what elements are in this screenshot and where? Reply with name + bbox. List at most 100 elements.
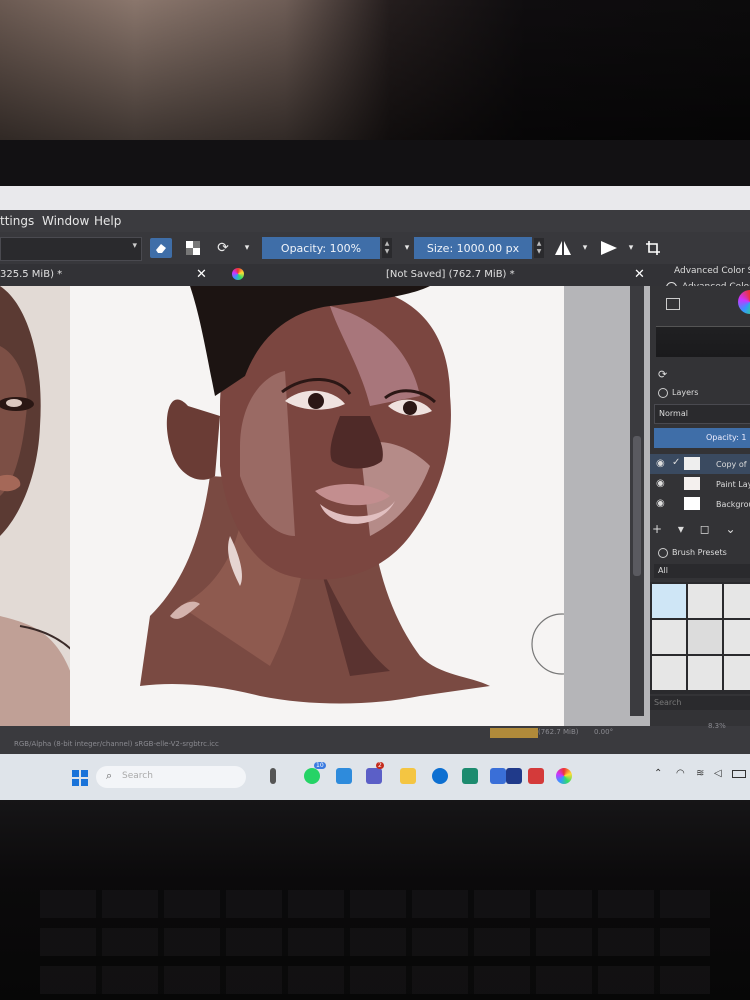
- chevron-down-icon[interactable]: ▾: [236, 238, 258, 258]
- brush-preset-grid[interactable]: [650, 582, 750, 694]
- chevron-down-icon[interactable]: ▾: [620, 238, 642, 258]
- reload-preset-icon[interactable]: ⟳: [212, 238, 234, 258]
- chevron-up-icon[interactable]: ⌃: [654, 768, 662, 779]
- color-selector-area[interactable]: [656, 326, 750, 357]
- krita-app-icon: [232, 268, 244, 280]
- layer-name: Paint Lay: [716, 480, 750, 489]
- mirror-horizontal-icon[interactable]: [552, 238, 574, 258]
- brush-preset-selected[interactable]: [652, 584, 686, 618]
- app-icon[interactable]: [506, 768, 522, 784]
- wifi-icon[interactable]: ≋: [696, 768, 704, 779]
- close-icon[interactable]: ✕: [634, 267, 645, 282]
- brush-combo[interactable]: ▾: [0, 237, 142, 261]
- document-tab-bar: 325.5 MiB) * ✕ [Not Saved] (762.7 MiB) *…: [0, 264, 660, 286]
- eraser-mode-icon[interactable]: [150, 238, 172, 258]
- brush-preset[interactable]: [724, 620, 750, 654]
- brush-preset[interactable]: [688, 584, 722, 618]
- rotation-label[interactable]: 0.00°: [594, 728, 613, 736]
- menu-settings[interactable]: ttings: [0, 214, 34, 228]
- collapse-icon[interactable]: [658, 388, 668, 398]
- monitor-bezel-bottom: [0, 800, 750, 1000]
- teams-icon[interactable]: 2: [366, 762, 384, 784]
- title-strip: [0, 186, 750, 210]
- search-box[interactable]: ⌕ Search: [96, 766, 246, 788]
- edge-icon[interactable]: [336, 768, 352, 784]
- chevron-down-icon: ▾: [132, 241, 137, 251]
- layer-row[interactable]: ◉ ✓ Copy of: [650, 454, 750, 474]
- search-icon: ⌕: [106, 769, 113, 782]
- layer-row[interactable]: ◉ Paint Lay: [650, 474, 750, 494]
- volume-icon[interactable]: ◁: [714, 768, 722, 779]
- store-icon[interactable]: [462, 768, 478, 784]
- chevron-down-icon[interactable]: ▾: [574, 238, 596, 258]
- layer-row[interactable]: ◉ Backgrou: [650, 494, 750, 514]
- checkmark-icon[interactable]: ✓: [672, 457, 680, 468]
- menu-window[interactable]: Window: [42, 214, 89, 228]
- layer-name: Copy of: [716, 460, 747, 469]
- color-space-label: RGB/Alpha (8-bit integer/channel) sRGB-e…: [14, 740, 219, 748]
- collapse-icon[interactable]: [658, 548, 668, 558]
- browser-icon[interactable]: [432, 768, 448, 784]
- screen: ttings Window Help ▾ ⟳ ▾ Opacity: 100% ▲…: [0, 186, 750, 800]
- size-spinner[interactable]: ▲ ▼: [534, 238, 544, 258]
- brush-preset[interactable]: [652, 656, 686, 690]
- size-slider[interactable]: Size: 1000.00 px: [414, 237, 532, 259]
- krita-taskbar-icon[interactable]: [556, 768, 572, 784]
- list-view-icon[interactable]: [666, 298, 680, 310]
- task-view-icon[interactable]: [270, 768, 276, 784]
- layer-actions[interactable]: + ▾ ◻ ⌄ ⌃: [652, 522, 750, 536]
- crop-icon[interactable]: [642, 238, 664, 258]
- painting-canvas[interactable]: [70, 286, 564, 726]
- eye-icon[interactable]: ◉: [656, 478, 665, 489]
- mirror-vertical-icon[interactable]: [598, 238, 620, 258]
- opacity-spinner[interactable]: ▲ ▼: [382, 238, 392, 258]
- status-bar: RGB/Alpha (8-bit integer/channel) sRGB-e…: [0, 722, 750, 754]
- keyboard-row: [40, 890, 710, 918]
- layer-name: Backgrou: [716, 500, 750, 509]
- refresh-icon[interactable]: ⟳: [658, 368, 667, 381]
- monitor-bezel-top: [0, 140, 750, 188]
- layers-title: Layers: [672, 388, 699, 397]
- color-wheel[interactable]: [738, 290, 750, 314]
- blend-mode-select[interactable]: Normal: [654, 404, 750, 424]
- os-taskbar: ⌕ Search 10 2 ⌃ ◠ ≋ ◁: [0, 754, 750, 800]
- mcafee-icon[interactable]: [528, 768, 544, 784]
- preset-search-field[interactable]: Search: [650, 696, 750, 710]
- layer-thumbnail: [684, 477, 700, 490]
- presets-title: Brush Presets: [672, 548, 727, 557]
- tab-previous-doc[interactable]: 325.5 MiB) *: [0, 269, 62, 280]
- opacity-slider[interactable]: Opacity: 100%: [262, 237, 380, 259]
- layer-thumbnail: [684, 457, 700, 470]
- brush-preset[interactable]: [688, 656, 722, 690]
- keyboard-row: [40, 928, 710, 956]
- vertical-scrollbar[interactable]: [630, 286, 644, 716]
- brush-preset[interactable]: [652, 620, 686, 654]
- tool-options-bar: ▾ ⟳ ▾ Opacity: 100% ▲ ▼ ▾ Size: 1000.00 p…: [0, 232, 750, 264]
- calendar-icon[interactable]: [490, 768, 506, 784]
- brush-preset[interactable]: [724, 584, 750, 618]
- zoom-label[interactable]: 8.3%: [708, 722, 726, 730]
- room-background: [0, 0, 750, 140]
- brush-preset[interactable]: [688, 620, 722, 654]
- keyboard-row: [40, 966, 710, 994]
- file-explorer-icon[interactable]: [400, 768, 416, 784]
- tab-active-doc[interactable]: [Not Saved] (762.7 MiB) *: [386, 269, 515, 280]
- close-icon[interactable]: ✕: [196, 267, 207, 282]
- brush-preset[interactable]: [724, 656, 750, 690]
- eye-icon[interactable]: ◉: [656, 498, 665, 509]
- preserve-alpha-icon[interactable]: [182, 238, 204, 258]
- network-icon[interactable]: ◠: [676, 768, 685, 779]
- layer-opacity-slider[interactable]: Opacity: 1: [654, 428, 750, 448]
- menu-bar: ttings Window Help: [0, 210, 750, 232]
- presets-filter-select[interactable]: All: [654, 564, 750, 578]
- menu-help[interactable]: Help: [94, 214, 121, 228]
- right-docker-panel: ⟳ Layers Normal Opacity: 1 ◉ ✓ Copy of ◉…: [650, 286, 750, 726]
- memory-indicator: [490, 728, 538, 738]
- docker-title: Advanced Color S: [674, 266, 750, 276]
- whatsapp-icon[interactable]: 10: [304, 762, 326, 784]
- scrollbar-thumb[interactable]: [633, 436, 641, 576]
- layer-thumbnail: [684, 497, 700, 510]
- battery-icon[interactable]: [732, 770, 746, 778]
- windows-start-icon[interactable]: [72, 770, 88, 786]
- eye-icon[interactable]: ◉: [656, 458, 665, 469]
